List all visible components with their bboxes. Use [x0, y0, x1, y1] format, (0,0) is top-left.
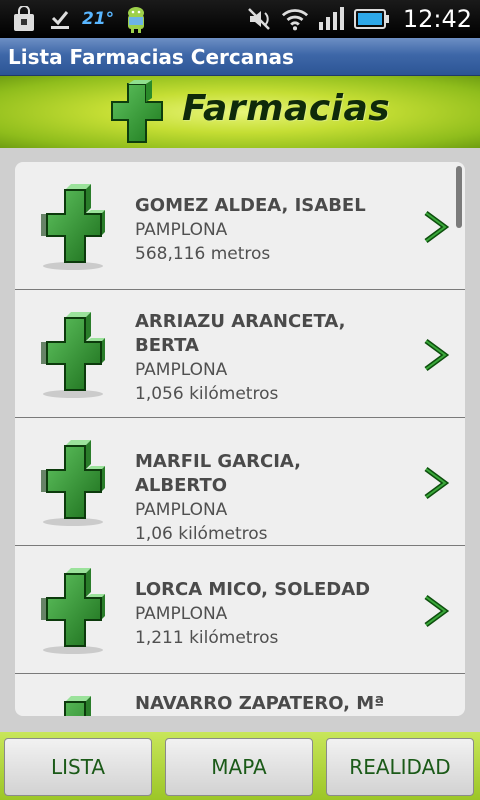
pharmacy-city: PAMPLONA — [135, 360, 228, 380]
temperature-text: 21° — [82, 9, 115, 29]
app-title-bar: Lista Farmacias Cercanas — [0, 38, 480, 76]
pharmacy-list-area[interactable]: GOMEZ ALDEA, ISABEL PAMPLONA 568,116 met… — [0, 148, 480, 732]
wifi-icon — [281, 5, 309, 33]
download-done-icon — [46, 5, 74, 33]
green-cross-icon — [35, 436, 107, 528]
pharmacy-list-item[interactable]: GOMEZ ALDEA, ISABEL PAMPLONA 568,116 met… — [15, 162, 465, 290]
scrollbar[interactable] — [456, 166, 462, 228]
pharmacy-name: GOMEZ ALDEA, ISABEL — [135, 195, 366, 216]
clock-text: 12:42 — [402, 5, 472, 33]
green-cross-icon — [35, 692, 107, 716]
tab-lista[interactable]: LISTA — [4, 738, 152, 796]
page-title: Lista Farmacias Cercanas — [8, 45, 294, 69]
pharmacy-name: LORCA MICO, SOLEDAD — [135, 579, 371, 600]
green-cross-icon — [35, 308, 107, 400]
tab-mapa[interactable]: MAPA — [165, 738, 313, 796]
pharmacy-list[interactable]: GOMEZ ALDEA, ISABEL PAMPLONA 568,116 met… — [15, 162, 465, 716]
pharmacy-list-item[interactable]: LORCA MICO, SOLEDAD PAMPLONA 1,211 kilóm… — [15, 546, 465, 674]
mute-icon — [245, 5, 273, 33]
pharmacy-name: ARRIAZU ARANCETA, BERTA — [135, 311, 346, 356]
green-cross-icon — [104, 80, 166, 146]
bottom-tab-bar: LISTA MAPA REALIDAD — [0, 732, 480, 800]
pharmacy-city: PAMPLONA — [135, 500, 228, 520]
pharmacy-list-item[interactable]: MARFIL GARCIA, ALBERTO PAMPLONA 1,06 kil… — [15, 418, 465, 546]
pharmacy-distance: 1,056 kilómetros — [135, 384, 279, 404]
banner-title: Farmacias — [182, 88, 391, 129]
pharmacy-city: PAMPLONA — [135, 604, 228, 624]
pharmacy-list-item[interactable]: NAVARRO ZAPATERO, Mª — [15, 674, 465, 716]
pharmacy-name: MARFIL GARCIA, ALBERTO — [135, 451, 302, 496]
chevron-right-icon[interactable] — [423, 466, 450, 500]
chevron-right-icon[interactable] — [423, 594, 450, 628]
pharmacy-distance: 1,211 kilómetros — [135, 628, 279, 648]
pharmacy-name: NAVARRO ZAPATERO, Mª — [135, 693, 385, 714]
chevron-right-icon[interactable] — [423, 210, 450, 244]
pharmacy-list-item[interactable]: ARRIAZU ARANCETA, BERTA PAMPLONA 1,056 k… — [15, 290, 465, 418]
banner: Farmacias — [0, 76, 480, 148]
chevron-right-icon[interactable] — [423, 338, 450, 372]
battery-icon — [353, 5, 391, 33]
android-icon — [122, 5, 150, 33]
green-cross-icon — [35, 564, 107, 656]
pharmacy-distance: 1,06 kilómetros — [135, 524, 268, 544]
green-cross-icon — [35, 180, 107, 272]
tab-realidad[interactable]: REALIDAD — [326, 738, 474, 796]
status-bar: 21° 12:42 — [0, 0, 480, 38]
pharmacy-distance: 568,116 metros — [135, 244, 271, 264]
signal-icon — [317, 5, 345, 33]
pharmacy-city: PAMPLONA — [135, 220, 228, 240]
shopping-bag-icon — [10, 5, 38, 33]
